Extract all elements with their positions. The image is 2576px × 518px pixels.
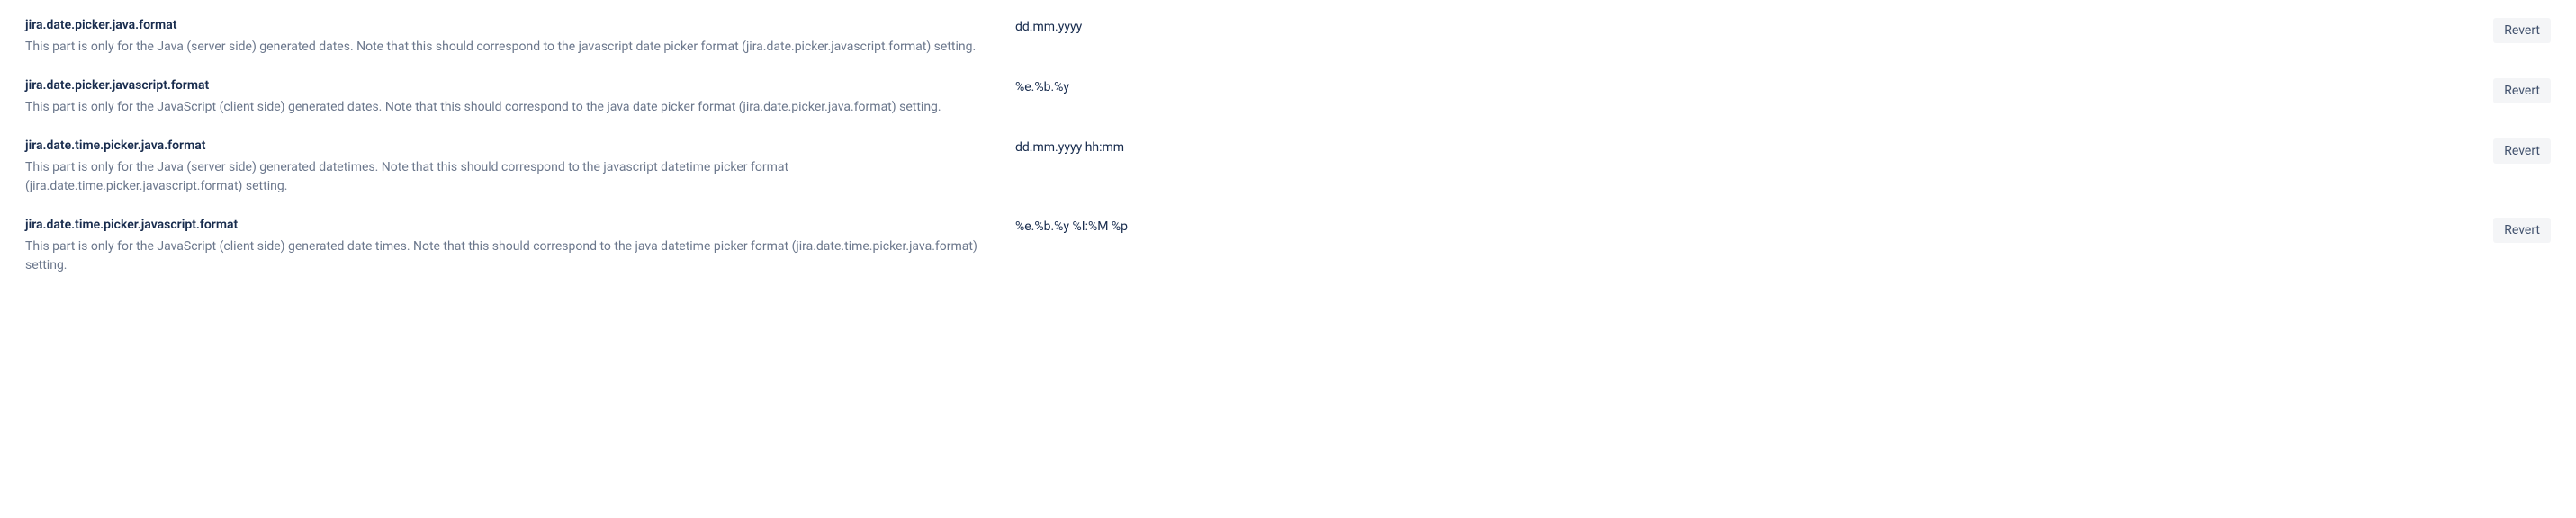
setting-key: jira.date.time.picker.javascript.format	[25, 218, 979, 232]
setting-value[interactable]: %e.%b.%y %I:%M %p	[1015, 218, 2475, 234]
setting-action-area: Revert	[2475, 138, 2551, 164]
setting-label-area: jira.date.time.picker.javascript.format …	[25, 218, 1015, 275]
setting-row: jira.date.picker.java.format This part i…	[25, 9, 2551, 69]
setting-description: This part is only for the JavaScript (cl…	[25, 237, 979, 275]
revert-button[interactable]: Revert	[2493, 138, 2551, 164]
setting-value[interactable]: %e.%b.%y	[1015, 78, 2475, 94]
revert-button[interactable]: Revert	[2493, 18, 2551, 43]
setting-action-area: Revert	[2475, 78, 2551, 103]
setting-action-area: Revert	[2475, 218, 2551, 243]
setting-row: jira.date.picker.javascript.format This …	[25, 69, 2551, 130]
setting-key: jira.date.picker.java.format	[25, 18, 979, 32]
setting-value[interactable]: dd.mm.yyyy	[1015, 18, 2475, 34]
setting-label-area: jira.date.picker.javascript.format This …	[25, 78, 1015, 117]
setting-description: This part is only for the JavaScript (cl…	[25, 98, 979, 117]
settings-list: jira.date.picker.java.format This part i…	[25, 9, 2551, 288]
setting-row: jira.date.time.picker.java.format This p…	[25, 130, 2551, 209]
setting-description: This part is only for the Java (server s…	[25, 38, 979, 57]
setting-label-area: jira.date.time.picker.java.format This p…	[25, 138, 1015, 196]
revert-button[interactable]: Revert	[2493, 218, 2551, 243]
setting-key: jira.date.picker.javascript.format	[25, 78, 979, 93]
setting-row: jira.date.time.picker.javascript.format …	[25, 209, 2551, 288]
setting-key: jira.date.time.picker.java.format	[25, 138, 979, 153]
setting-value[interactable]: dd.mm.yyyy hh:mm	[1015, 138, 2475, 155]
revert-button[interactable]: Revert	[2493, 78, 2551, 103]
setting-label-area: jira.date.picker.java.format This part i…	[25, 18, 1015, 57]
setting-action-area: Revert	[2475, 18, 2551, 43]
setting-description: This part is only for the Java (server s…	[25, 158, 979, 196]
